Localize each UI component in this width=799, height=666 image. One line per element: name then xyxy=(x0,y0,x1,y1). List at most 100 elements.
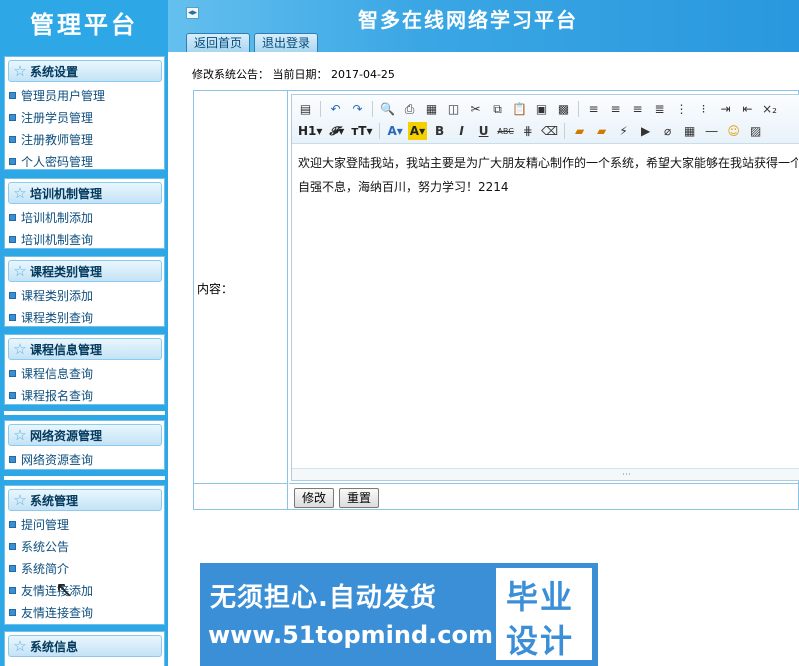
sidebar-item-course-query[interactable]: 课程信息查询 xyxy=(5,362,164,384)
star-icon: ☆ xyxy=(13,340,27,358)
align-justify-icon[interactable]: ≣ xyxy=(650,100,669,118)
bullet-icon xyxy=(9,542,16,550)
ordered-list-icon[interactable]: ⋮ xyxy=(672,100,691,118)
indent-icon[interactable]: ⇥ xyxy=(716,100,735,118)
redo-icon[interactable]: ↷ xyxy=(348,100,367,118)
tab-logout[interactable]: 退出登录 xyxy=(254,33,319,52)
menu-head-system-management[interactable]: ☆ 系统管理 xyxy=(8,489,162,511)
sidebar-item-announcement[interactable]: 系统公告 xyxy=(5,535,164,557)
subscript-icon[interactable]: ×₂ xyxy=(760,100,779,118)
sidebar-item-admin-users[interactable]: 管理员用户管理 xyxy=(5,84,164,106)
code-icon[interactable]: ◫ xyxy=(444,100,463,118)
menu-head-system-settings[interactable]: ☆ 系统设置 xyxy=(8,60,162,82)
horizontal-line-icon[interactable]: ― xyxy=(702,122,721,140)
image-icon[interactable]: ▰ xyxy=(570,122,589,140)
remove-format-icon[interactable]: ⌫ xyxy=(540,122,559,140)
sidebar-item-training-add[interactable]: 培训机制添加 xyxy=(5,206,164,228)
font-color-icon[interactable]: A▾ xyxy=(385,122,404,140)
reset-button[interactable]: 重置 xyxy=(339,488,380,508)
table-icon[interactable]: ▦ xyxy=(680,122,699,140)
insert-picture-icon[interactable]: ▨ xyxy=(746,122,765,140)
bullet-icon xyxy=(9,391,16,399)
sidebar-item-intro[interactable]: 系统简介 xyxy=(5,557,164,579)
menu-head-course-category[interactable]: ☆ 课程类别管理 xyxy=(8,260,162,282)
ad-banner[interactable]: 无须担心.自动发货 www.51topmind.com 毕业 设计 xyxy=(200,563,598,666)
font-family-icon[interactable]: 𝓕▾ xyxy=(327,122,346,140)
sidebar-item-category-add[interactable]: 课程类别添加 xyxy=(5,284,164,306)
outdent-icon[interactable]: ⇤ xyxy=(738,100,757,118)
unordered-list-icon[interactable]: ⁝ xyxy=(694,100,713,118)
top-header: ◂▸ 智多在线网络学习平台 返回首页 退出登录 xyxy=(168,0,799,52)
sidebar-item-resource-query[interactable]: 网络资源查询 xyxy=(5,448,164,470)
sidebar-item-password[interactable]: 个人密码管理 xyxy=(5,150,164,172)
paste-text-icon[interactable]: ▣ xyxy=(532,100,551,118)
paste-icon[interactable]: 📋 xyxy=(510,100,529,118)
template-icon[interactable]: ▦ xyxy=(422,100,441,118)
editor-content[interactable]: 欢迎大家登陆我站，我站主要是为广大朋友精心制作的一个系统，希望大家能够在我站获得… xyxy=(298,151,798,199)
star-icon: ☆ xyxy=(13,62,27,80)
highlight-color-icon[interactable]: A▾ xyxy=(407,122,428,140)
sidebar-item-link-query[interactable]: 友情连接查询 xyxy=(5,601,164,623)
strikethrough-icon[interactable]: ABC xyxy=(496,122,515,140)
heading-icon[interactable]: H1▾ xyxy=(296,122,324,140)
resize-handle-icon[interactable]: ⋯ xyxy=(622,470,631,480)
attachment-icon[interactable]: ⌀ xyxy=(658,122,677,140)
menu-head-training[interactable]: ☆ 培训机制管理 xyxy=(8,182,162,204)
star-icon: ☆ xyxy=(13,262,27,280)
tab-home[interactable]: 返回首页 xyxy=(186,33,251,52)
modify-button[interactable]: 修改 xyxy=(294,488,335,508)
mouse-cursor-icon: ↖ xyxy=(55,578,74,603)
content-label: 内容： xyxy=(197,282,234,296)
bullet-icon xyxy=(9,91,16,99)
star-icon: ☆ xyxy=(13,637,27,655)
cut-icon[interactable]: ✂ xyxy=(466,100,485,118)
menu-head-course-info[interactable]: ☆ 课程信息管理 xyxy=(8,338,162,360)
sidebar-item-link-add[interactable]: 友情连接添加 xyxy=(5,579,164,601)
content-line: 自强不息，海纳百川，努力学习！2214 xyxy=(298,180,509,194)
align-right-icon[interactable]: ≡ xyxy=(628,100,647,118)
flash-icon[interactable]: ⚡ xyxy=(614,122,633,140)
bold-icon[interactable]: B xyxy=(430,122,449,140)
editor-resize-bar[interactable]: ⋯ xyxy=(292,468,799,480)
bullet-icon xyxy=(9,520,16,528)
print-icon[interactable]: ⎙ xyxy=(400,100,419,118)
align-center-icon[interactable]: ≡ xyxy=(606,100,625,118)
menu-group-course-category: ☆ 课程类别管理 课程类别添加 课程类别查询 xyxy=(4,256,165,327)
menu-group-system-settings: ☆ 系统设置 管理员用户管理 注册学员管理 注册教师管理 个人密码管理 xyxy=(4,56,165,170)
copy-icon[interactable]: ⧉ xyxy=(488,100,507,118)
preview-icon[interactable]: 🔍 xyxy=(378,100,397,118)
sidebar: 管理平台 ☆ 系统设置 管理员用户管理 注册学员管理 注册教师管理 个人密码管理 … xyxy=(0,0,168,666)
paste-word-icon[interactable]: ▩ xyxy=(554,100,573,118)
collapse-toggle-icon[interactable]: ◂▸ xyxy=(186,7,199,19)
bullet-icon xyxy=(9,113,16,121)
select-all-icon[interactable]: ⋕ xyxy=(518,122,537,140)
bullet-icon xyxy=(9,564,16,572)
sidebar-item-teachers[interactable]: 注册教师管理 xyxy=(5,128,164,150)
source-icon[interactable]: ▤ xyxy=(296,100,315,118)
menu-head-resources[interactable]: ☆ 网络资源管理 xyxy=(8,424,162,446)
font-size-icon[interactable]: тT▾ xyxy=(349,122,374,140)
menu-group-course-info: ☆ 课程信息管理 课程信息查询 课程报名查询 xyxy=(4,334,165,405)
sidebar-item-enroll-query[interactable]: 课程报名查询 xyxy=(5,384,164,406)
emoticon-icon[interactable]: ☺ xyxy=(724,122,743,140)
sidebar-divider xyxy=(4,411,165,415)
bullet-icon xyxy=(9,455,16,463)
multi-image-icon[interactable]: ▰ xyxy=(592,122,611,140)
menu-head-system-info[interactable]: ☆ 系统信息 xyxy=(8,635,162,657)
ad-badge-text: 设计 xyxy=(506,622,575,660)
media-icon[interactable]: ▶ xyxy=(636,122,655,140)
sidebar-item-questions[interactable]: 提问管理 xyxy=(5,513,164,535)
bullet-icon xyxy=(9,608,16,616)
toolbar-divider xyxy=(564,123,566,139)
bullet-icon xyxy=(9,157,16,165)
page-notice: 修改系统公告： 当前日期： 2017-04-25 xyxy=(192,68,395,81)
sidebar-item-category-query[interactable]: 课程类别查询 xyxy=(5,306,164,328)
sidebar-item-training-query[interactable]: 培训机制查询 xyxy=(5,228,164,250)
sidebar-item-students[interactable]: 注册学员管理 xyxy=(5,106,164,128)
align-left-icon[interactable]: ≡ xyxy=(584,100,603,118)
undo-icon[interactable]: ↶ xyxy=(326,100,345,118)
italic-icon[interactable]: I xyxy=(452,122,471,140)
underline-icon[interactable]: U xyxy=(474,122,493,140)
ad-badge-text: 毕业 xyxy=(506,578,575,616)
toolbar-divider xyxy=(379,123,381,139)
